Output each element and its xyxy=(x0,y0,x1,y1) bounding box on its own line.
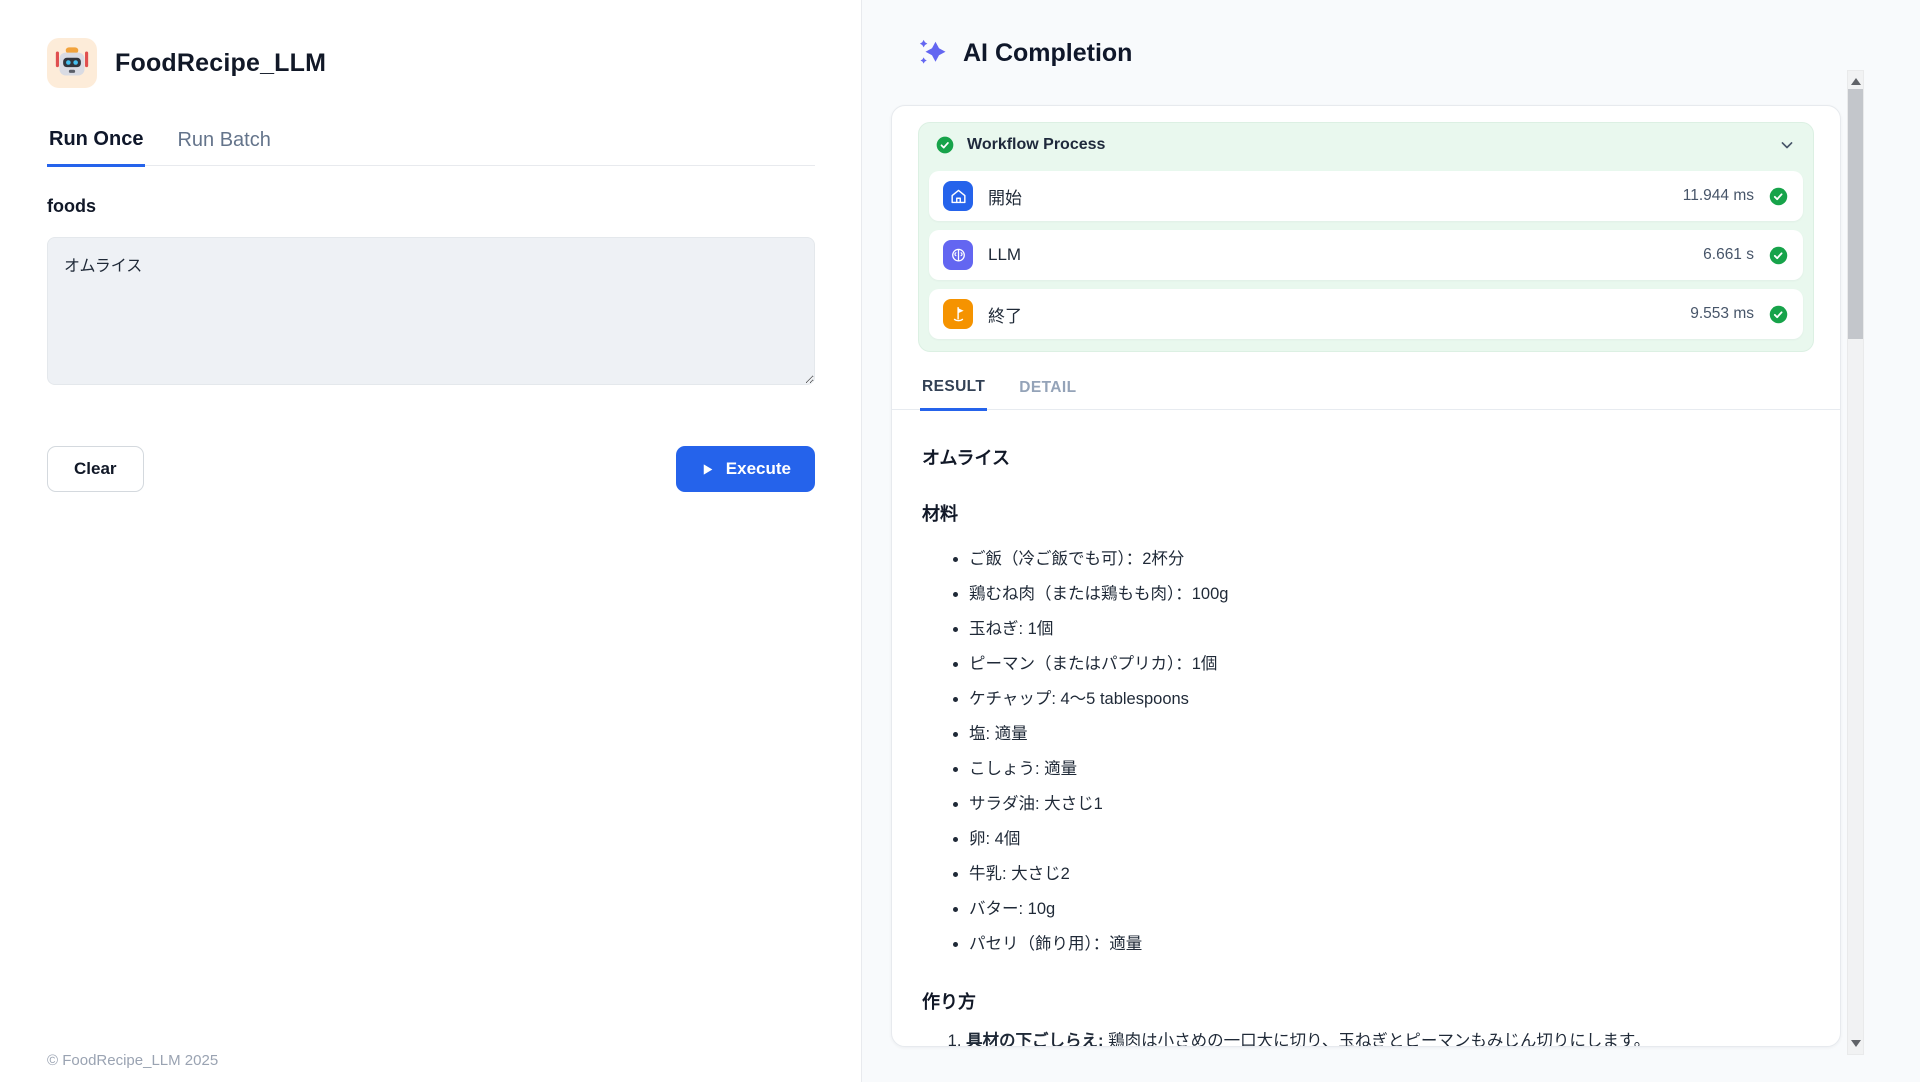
brain-icon xyxy=(943,240,973,270)
ingredient-item: サラダ油: 大さじ1 xyxy=(969,787,1810,822)
scrollbar[interactable] xyxy=(1847,70,1864,1055)
workflow-step-llm[interactable]: LLM 6.661 s xyxy=(929,230,1803,280)
workflow-header[interactable]: Workflow Process xyxy=(919,123,1813,167)
tab-detail[interactable]: DETAIL xyxy=(1017,370,1078,409)
tab-result[interactable]: RESULT xyxy=(920,370,987,411)
app-root: FoodRecipe_LLM Run Once Run Batch foods … xyxy=(0,0,1920,1082)
check-circle-icon xyxy=(935,135,955,155)
ingredient-item: 卵: 4個 xyxy=(969,822,1810,857)
ingredient-item: 牛乳: 大さじ2 xyxy=(969,857,1810,892)
ingredients-heading: 材料 xyxy=(922,500,1810,526)
foods-label: foods xyxy=(47,196,815,217)
play-icon xyxy=(700,462,715,477)
ingredient-item: 塩: 適量 xyxy=(969,717,1810,752)
workflow-step-duration: 9.553 ms xyxy=(1690,305,1754,323)
instruction-item: 具材の下ごしらえ: 鶏肉は小さめの一口大に切り、玉ねぎとピーマンもみじん切りにし… xyxy=(966,1028,1810,1047)
clear-button[interactable]: Clear xyxy=(47,446,144,492)
instructions-list: 具材の下ごしらえ: 鶏肉は小さめの一口大に切り、玉ねぎとピーマンもみじん切りにし… xyxy=(922,1028,1810,1047)
run-once-form: foods オムライス Clear Execute xyxy=(47,196,815,492)
check-circle-icon xyxy=(1768,304,1789,325)
recipe-title: オムライス xyxy=(922,444,1810,470)
run-mode-tabs: Run Once Run Batch xyxy=(47,122,815,166)
instructions-heading: 作り方 xyxy=(922,988,1810,1014)
scrollbar-down-arrow[interactable] xyxy=(1851,1040,1861,1047)
workflow-step-name: 開始 xyxy=(988,184,1683,209)
ingredient-item: バター: 10g xyxy=(969,892,1810,927)
workflow-rows: 開始 11.944 ms xyxy=(919,167,1813,351)
tab-run-once[interactable]: Run Once xyxy=(47,122,145,167)
form-actions: Clear Execute xyxy=(47,446,815,492)
ingredient-item: ケチャップ: 4〜5 tablespoons xyxy=(969,682,1810,717)
left-panel: FoodRecipe_LLM Run Once Run Batch foods … xyxy=(0,0,861,1082)
scrollbar-up-arrow[interactable] xyxy=(1851,78,1861,85)
tab-run-batch[interactable]: Run Batch xyxy=(175,122,272,165)
flag-icon xyxy=(943,299,973,329)
result-content: オムライス 材料 ご飯（冷ご飯でも可）：2杯分 鶏むね肉（または鶏もも肉）：10… xyxy=(892,410,1840,1047)
instruction-text: 鶏肉は小さめの一口大に切り、玉ねぎとピーマンもみじん切りにします。 xyxy=(1108,1032,1650,1047)
workflow-header-label: Workflow Process xyxy=(967,136,1765,154)
workflow-panel: Workflow Process xyxy=(918,122,1814,352)
instruction-lead: 具材の下ごしらえ: xyxy=(966,1032,1108,1047)
workflow-step-duration: 6.661 s xyxy=(1703,246,1754,264)
ai-completion-title: AI Completion xyxy=(963,39,1132,68)
app-title: FoodRecipe_LLM xyxy=(115,49,326,78)
result-card: Workflow Process xyxy=(891,105,1841,1047)
ai-completion-header: AI Completion xyxy=(918,38,1132,68)
ingredient-item: ピーマン（またはパプリカ）：1個 xyxy=(969,647,1810,682)
ingredient-item: パセリ（飾り用）：適量 xyxy=(969,927,1810,962)
sparkles-icon xyxy=(918,38,948,68)
ingredient-item: ご飯（冷ご飯でも可）：2杯分 xyxy=(969,542,1810,577)
result-detail-tabs: RESULT DETAIL xyxy=(892,370,1840,410)
ingredient-item: こしょう: 適量 xyxy=(969,752,1810,787)
workflow-step-end[interactable]: 終了 9.553 ms xyxy=(929,289,1803,339)
foods-input[interactable]: オムライス xyxy=(47,237,815,385)
scrollbar-thumb[interactable] xyxy=(1848,89,1863,339)
ingredients-list: ご飯（冷ご飯でも可）：2杯分 鶏むね肉（または鶏もも肉）：100g 玉ねぎ: 1… xyxy=(922,542,1810,962)
chevron-down-icon[interactable] xyxy=(1777,135,1797,155)
check-circle-icon xyxy=(1768,186,1789,207)
footer-copyright: © FoodRecipe_LLM 2025 xyxy=(47,1052,218,1069)
home-icon xyxy=(943,181,973,211)
workflow-step-name: 終了 xyxy=(988,302,1690,327)
execute-label: Execute xyxy=(726,459,791,479)
app-header: FoodRecipe_LLM xyxy=(47,38,326,88)
ingredient-item: 玉ねぎ: 1個 xyxy=(969,612,1810,647)
ingredient-item: 鶏むね肉（または鶏もも肉）：100g xyxy=(969,577,1810,612)
check-circle-icon xyxy=(1768,245,1789,266)
right-panel: AI Completion Workflow Process xyxy=(861,0,1920,1082)
execute-button[interactable]: Execute xyxy=(676,446,815,492)
robot-icon xyxy=(47,38,97,88)
workflow-step-duration: 11.944 ms xyxy=(1683,187,1754,205)
workflow-step-name: LLM xyxy=(988,245,1703,265)
workflow-step-start[interactable]: 開始 11.944 ms xyxy=(929,171,1803,221)
